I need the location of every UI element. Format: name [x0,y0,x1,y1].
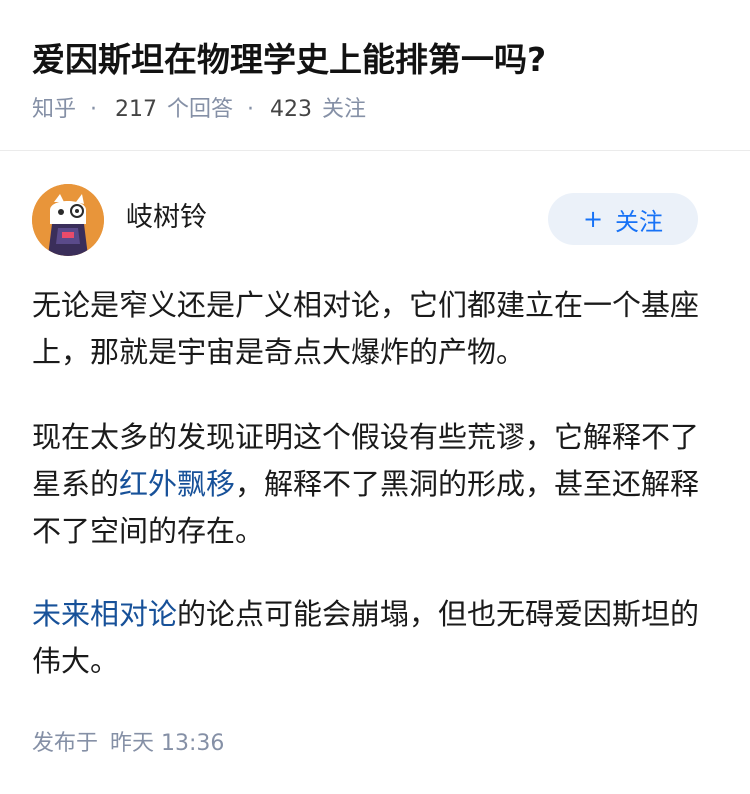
follower-count-label: 关注 [322,97,367,122]
plus-icon: + [582,205,604,233]
answer-paragraph: 无论是窄义还是广义相对论，它们都建立在一个基座上，那就是宇宙是奇点大爆炸的产物。 [32,282,722,376]
paragraph-text: 无论是窄义还是广义相对论，它们都建立在一个基座上，那就是宇宙是奇点大爆炸的产物。 [32,288,700,369]
published-time: 昨天 13:36 [110,731,225,756]
author-name[interactable]: 岐树铃 [126,198,207,238]
question-title[interactable]: 爱因斯坦在物理学史上能排第一吗? [32,36,722,84]
answer-paragraph: 未来相对论的论点可能会崩塌，但也无碍爱因斯坦的伟大。 [32,591,722,685]
answer-count: 217 [115,97,158,122]
meta-separator: · [90,97,98,122]
divider [0,150,750,151]
publish-info: 发布于 昨天 13:36 [32,726,224,762]
avatar[interactable] [32,184,104,256]
answer-paragraph: 现在太多的发现证明这个假设有些荒谬，它解释不了星系的红外飘移，解释不了黑洞的形成… [32,414,722,555]
topic-link-infrared-drift[interactable]: 红外飘移 [119,467,235,501]
follow-button[interactable]: + 关注 [548,193,698,245]
topic-link-future-relativity[interactable]: 未来相对论 [32,597,177,631]
avatar-image [32,184,104,256]
answer-count-label: 个回答 [167,97,234,122]
source-label[interactable]: 知乎 [32,92,76,128]
question-meta: 知乎 · 217 个回答 · 423 关注 [32,92,366,128]
follow-button-label: 关注 [615,207,664,236]
published-label: 发布于 [32,731,99,756]
follower-count: 423 [270,97,313,122]
meta-separator: · [247,97,255,122]
